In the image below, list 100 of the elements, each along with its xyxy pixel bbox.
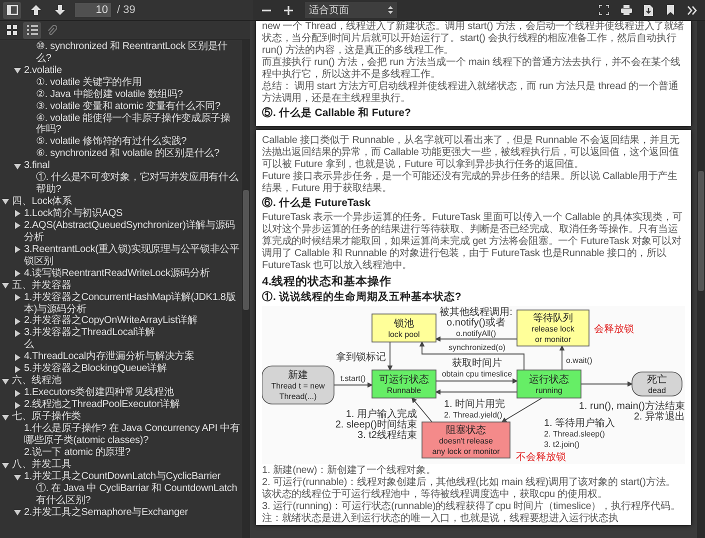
diagram-label: o.wait() [566,356,592,365]
outline-item[interactable]: 么 [24,339,34,352]
paragraph: Callable 接口类似于 Runnable，从名字就可以看出来了，但是 Runnable 不会返回结果，并且无法抛出返回结果的异常，而 Callable 功能更强大一些，被线程执行后，可以返回值，这个返回值可以被 Future 拿到，也就是说，Future 可以拿到异步执行任务的返回值。 [262,135,680,170]
page-number-field[interactable]: 10 [75,3,111,17]
question-heading: ⑥. 什么是 FutureTask [262,197,372,210]
caret-right-icon[interactable] [14,294,21,302]
list-item: 2. 可运行(runnable)：线程对象创建后，其他线程(比如 main 线程)调用了该对象的 start()方法。该状态的线程位于可运行线程池中，等待被线程调度选中，获取cpu 的使用权。 [262,477,677,500]
caret-right-icon[interactable] [14,330,21,337]
caret-right-icon[interactable] [14,318,21,325]
list-item: 1. 新建(new)：新创建了一个线程对象。 [262,465,437,476]
state-node: 可运行状态 Runnable [372,370,436,398]
list-item: 3. 运行(running)：可运行状态(runnable)的线程获得了cpu 时间片（timeslice），执行程序代码。注：就绪状态是进入到运行状态的唯一入口，也就是说，线程要想进入运行状态执 [262,501,682,525]
outline-item[interactable]: 3.final [24,160,50,172]
caret-down-icon[interactable] [2,282,9,290]
caret-down-icon[interactable] [14,162,21,170]
caret-down-icon[interactable] [2,414,9,421]
up-down-caret-icon [388,6,393,14]
page-total: / 39 [117,4,136,16]
outline-item[interactable]: ①. volatile 关键字的作用 [36,76,142,89]
arrow [334,382,373,388]
caret-down-icon[interactable] [14,67,21,74]
state-node: 等待队列 release lock or monitor [516,310,590,346]
outline-item[interactable]: 5.并发容器之BlockingQueue详解 [24,363,167,376]
diagram-label: 1. 时间片用完 2. Thread.yield() [444,399,506,420]
outline-item[interactable]: ①. 什么是不可变对象，它对写并发应用有什么帮助? [36,172,240,196]
outline-item[interactable]: 2.并发工具之Semaphore与Exchanger [24,506,188,519]
outline-item[interactable]: 1.并发工具之CountDownLatch与CyclicBarrier [24,471,220,483]
outline-item[interactable]: 六、线程池 [12,375,62,388]
section-heading: 4.线程的状态和基本操作 [262,275,393,289]
outline-item[interactable]: 1.Lock简介与初识AQS [24,208,122,220]
state-node: 死亡 dead [632,372,682,396]
outline-item[interactable]: 2.说一下 atomic 的原理? [24,447,130,460]
diagram-label: 1. 等待用户输入 2. Thread.sleep() 3. t2.join() [544,418,616,449]
outline-item[interactable]: ⑥. synchronized 和 volatile 的区别是什么? [36,148,220,160]
sidebar-view-tab[interactable] [23,22,41,38]
caret-right-icon[interactable] [14,402,21,409]
outline-item[interactable]: ②. Java 中能创建 volatile 数组吗? [36,88,183,101]
question-heading: ①. 说说线程的生命周期及五种基本状态? [262,291,462,304]
outline-item[interactable]: ⑩. synchronized 和 ReentrantLock 区别是什么? [36,41,240,65]
outline-item[interactable]: 3.ReentrantLock(重入锁)实现原理与公平锁非公平锁区别 [24,244,240,268]
outline-item[interactable]: ③. volatile 变量和 atomic 变量有什么不同? [36,100,220,113]
grid-icon [7,25,17,35]
caret-right-icon[interactable] [14,222,21,230]
caret-down-icon[interactable] [14,509,21,516]
outline-item[interactable]: 1.Executors类创建四种常见线程池 [24,387,174,400]
paragraph: 总结： 调用 start 方法方可启动线程并使线程进入就绪状态，而 run 方法只是 thread 的一个普通方法调用，还是在主线程里执行。 [262,81,680,105]
arrow [559,345,565,370]
outline-item[interactable]: ⑤. volatile 修饰符的有过什么实践? [36,136,187,148]
scrollbar[interactable] [697,21,705,538]
caret-right-icon[interactable] [14,354,21,361]
outline-item[interactable]: 2.并发容器之CopyOnWriteArrayList详解 [24,315,198,328]
outline-item[interactable]: 4.读写锁ReentrantReadWriteLock源码分析 [24,268,210,280]
outline-item[interactable]: ①. 在 Java 中 CycliBarriar 和 CountdownLatch 有什么区别? [36,483,240,507]
diagram-label: 不会释放锁 [516,452,566,463]
zoom-select[interactable]: 适合页面 [305,2,397,18]
caret-right-icon[interactable] [14,270,21,278]
caret-down-icon[interactable] [2,462,9,469]
paragraph: 而直接执行 run() 方法，会把 run 方法当成一个 main 线程下的普通方法去执行，并不会在某个线程中执行它，所以这并不是多线程工作。 [262,57,682,80]
diagram-label: 获取时间片 obtain cpu timeslice [442,358,512,378]
up-arrow-icon [31,5,41,15]
caret-right-icon[interactable] [14,366,21,373]
expand-icon [599,5,609,15]
bookmark-icon [666,5,674,15]
caret-right-icon[interactable] [14,210,21,218]
down-arrow-icon [55,5,65,15]
outline-item[interactable]: 1.什么是原子操作? 在 Java Concurrency API 中有哪些原子类(atomic classes)? [24,423,240,448]
outline-item[interactable]: 2.volatile [24,64,62,77]
list-icon [26,25,38,35]
plus-icon [284,6,292,14]
state-node: 新建 Thread t = new Thread(...) [262,366,334,404]
paragraph: Future 接口表示异步任务，是一个可能还没有完成的异步任务的结果。所以说 Callable用于产生结果，Future 用于获取结果。 [262,171,678,195]
diagram-label: 被其他线程调用: o.notify()或者 o.notifyAll() [440,307,512,338]
paragraph: FutureTask 表示一个异步运算的任务。FutureTask 里面可以传入一个 Callable 的具体实现类，可以对这个异步运算的任务的结果进行等待获取、判断是否已经完成、取消任务等操作。只有当运算完成的时候结果才能取回，如果运算尚未完成 get 方法将会阻塞。一个 FutureTask 对象可以对调用了 Callable 和 Runnable 的对象进行包装，由于 FutureTask 也是Runnable 接口的，所以 FutureTask 也可以放入线程池中。 [262,212,684,272]
scrollbar[interactable] [242,40,250,538]
caret-down-icon[interactable] [2,198,9,206]
printer-icon [620,5,632,15]
caret-right-icon[interactable] [14,246,21,254]
outline-item[interactable]: 八、并发工具 [12,459,72,471]
double-chevron-icon [687,6,697,14]
state-node: 锁池 lock pool [372,314,436,342]
outline-item[interactable]: 四、Lock体系 [12,196,72,208]
sidebar-toggle-button[interactable] [3,2,21,18]
caret-right-icon[interactable] [14,390,21,397]
diagram-label: t.start() [340,374,366,383]
state-node: 阻塞状态 doesn't release any lock or monitor [422,422,510,458]
outline-item[interactable]: 3.并发容器之ThreadLocal详解 [24,327,155,340]
outline-item[interactable]: 1.并发容器之ConcurrentHashMap详解(JDK1.8版本)与源码分析 [24,292,240,316]
outline-item[interactable]: ④. volatile 能使得一个非原子操作变成原子操作吗? [36,112,240,136]
outline-item[interactable]: 2.线程池之ThreadPoolExecutor详解 [24,399,180,412]
arrow [580,381,633,387]
outline-item[interactable]: 五、并发容器 [12,280,72,292]
outline-item[interactable]: 4.ThreadLocal内存泄漏分析与解决方案 [24,351,194,364]
outline-item[interactable]: 2.AQS(AbstractQueuedSynchronizer)详解与源码分析 [24,220,240,244]
outline-item[interactable]: 七、原子操作类 [12,411,81,424]
arrow [387,342,393,371]
diagram-label: 拿到锁标记 [336,352,386,363]
caret-down-icon[interactable] [14,474,21,481]
download-icon [644,4,652,16]
caret-down-icon[interactable] [2,378,9,385]
state-node: 运行状态 running [516,370,582,398]
